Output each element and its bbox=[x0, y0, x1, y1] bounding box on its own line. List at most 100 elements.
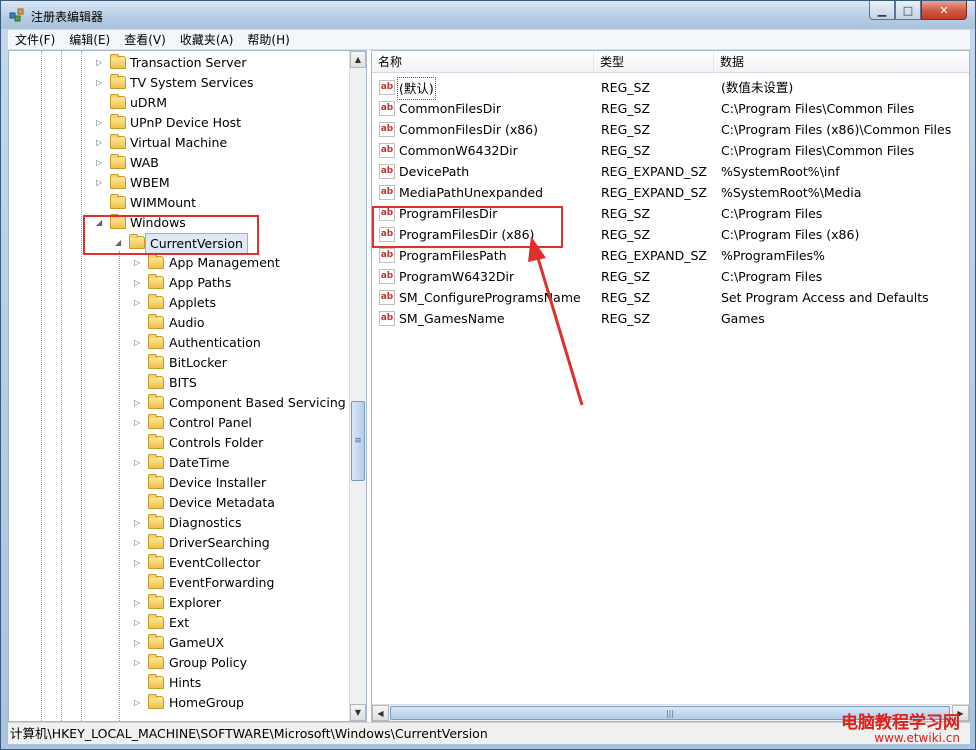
column-header-data[interactable]: 数据 bbox=[714, 51, 969, 73]
folder-icon bbox=[148, 534, 164, 549]
value-data: %ProgramFiles% bbox=[721, 248, 825, 263]
minimize-button[interactable]: ▁ bbox=[869, 1, 895, 20]
expand-arrow-icon[interactable]: ▷ bbox=[134, 293, 144, 313]
value-type: REG_SZ bbox=[601, 143, 651, 158]
registry-value-row[interactable]: ab SM_ConfigureProgramsName REG_SZ Set Prog… bbox=[372, 287, 969, 308]
tree-item-label: WIMMount bbox=[130, 195, 197, 210]
expand-arrow-icon[interactable]: ▷ bbox=[134, 533, 144, 553]
expand-arrow-icon[interactable]: ▷ bbox=[134, 633, 144, 653]
tree-item-label: Device Metadata bbox=[169, 495, 275, 510]
menu-file[interactable]: 文件(F) bbox=[8, 30, 62, 50]
folder-icon bbox=[148, 614, 164, 629]
tree-item-label: uDRM bbox=[130, 95, 168, 110]
folder-icon bbox=[110, 134, 126, 149]
scroll-down-arrow-icon[interactable]: ▼ bbox=[350, 704, 366, 721]
expand-arrow-icon[interactable]: ▷ bbox=[96, 113, 106, 133]
folder-icon bbox=[148, 514, 164, 529]
expand-arrow-icon[interactable]: ▷ bbox=[134, 253, 144, 273]
value-type: REG_SZ bbox=[601, 227, 651, 242]
scroll-left-arrow-icon[interactable]: ◀ bbox=[372, 705, 389, 721]
value-type: REG_EXPAND_SZ bbox=[601, 164, 707, 179]
tree-item-label: Component Based Servicing bbox=[169, 395, 346, 410]
tree-guide-line bbox=[61, 51, 62, 721]
scroll-up-arrow-icon[interactable]: ▲ bbox=[350, 51, 366, 68]
menu-favorites[interactable]: 收藏夹(A) bbox=[173, 30, 241, 50]
close-button[interactable]: ✕ bbox=[921, 1, 967, 20]
registry-value-row[interactable]: ab DevicePath REG_EXPAND_SZ %SystemRoot%\in… bbox=[372, 161, 969, 182]
folder-icon bbox=[110, 174, 126, 189]
tree-item-label: Controls Folder bbox=[169, 435, 264, 450]
expand-arrow-icon[interactable]: ▷ bbox=[134, 513, 144, 533]
string-value-icon: ab bbox=[379, 101, 395, 116]
expand-arrow-icon[interactable]: ▷ bbox=[134, 593, 144, 613]
expand-arrow-icon[interactable]: ▷ bbox=[134, 553, 144, 573]
registry-value-row[interactable]: ab CommonFilesDir REG_SZ C:\Program Files\C… bbox=[372, 98, 969, 119]
title-bar[interactable]: 注册表编辑器 ▁ □ ✕ bbox=[1, 1, 975, 29]
folder-icon bbox=[110, 94, 126, 109]
tree-item-label: Ext bbox=[169, 615, 190, 630]
expand-arrow-icon[interactable]: ▷ bbox=[96, 133, 106, 153]
string-value-icon: ab bbox=[379, 269, 395, 284]
folder-icon bbox=[110, 194, 126, 209]
tree-item-label: Device Installer bbox=[169, 475, 267, 490]
maximize-button[interactable]: □ bbox=[895, 1, 921, 20]
value-name: CommonFilesDir (x86) bbox=[399, 122, 538, 137]
value-data: C:\Program Files (x86) bbox=[721, 227, 860, 242]
expand-arrow-icon[interactable]: ▷ bbox=[134, 653, 144, 673]
menu-edit[interactable]: 编辑(E) bbox=[62, 30, 117, 50]
expand-arrow-icon[interactable]: ▷ bbox=[96, 153, 106, 173]
tree-item-label: EventForwarding bbox=[169, 575, 275, 590]
registry-value-row[interactable]: ab CommonW6432Dir REG_SZ C:\Program Files\C… bbox=[372, 140, 969, 161]
tree-item-label: Authentication bbox=[169, 335, 261, 350]
tree-item-label: App Paths bbox=[169, 275, 232, 290]
value-type: REG_SZ bbox=[601, 101, 651, 116]
value-data: Set Program Access and Defaults bbox=[721, 290, 929, 305]
column-header-name[interactable]: 名称 bbox=[372, 51, 594, 73]
expand-arrow-icon[interactable]: ▷ bbox=[96, 173, 106, 193]
registry-value-row[interactable]: ab ProgramW6432Dir REG_SZ C:\Program Files bbox=[372, 266, 969, 287]
registry-value-row[interactable]: ab SM_GamesName REG_SZ Games bbox=[372, 308, 969, 329]
menu-help[interactable]: 帮助(H) bbox=[240, 30, 296, 50]
expand-arrow-icon[interactable]: ▷ bbox=[96, 53, 106, 73]
menu-view[interactable]: 查看(V) bbox=[117, 30, 173, 50]
tree-item-label: WBEM bbox=[130, 175, 170, 190]
tree-vertical-scrollbar[interactable]: ▲ ≡ ▼ bbox=[349, 51, 366, 721]
tree-item-label: Hints bbox=[169, 675, 202, 690]
folder-icon bbox=[148, 354, 164, 369]
registry-tree[interactable]: ▷ Transaction Server ▷ TV System Services uD… bbox=[8, 50, 367, 722]
value-data: C:\Program Files bbox=[721, 206, 823, 221]
registry-editor-window: 注册表编辑器 ▁ □ ✕ 文件(F) 编辑(E) 查看(V) 收藏夹(A) 帮助… bbox=[0, 0, 976, 750]
tree-item-label: DriverSearching bbox=[169, 535, 270, 550]
value-type: REG_SZ bbox=[601, 290, 651, 305]
expand-arrow-icon[interactable]: ▷ bbox=[134, 453, 144, 473]
registry-value-row[interactable]: ab (默认) REG_SZ (数值未设置) bbox=[372, 77, 969, 100]
expand-arrow-icon[interactable]: ▷ bbox=[134, 613, 144, 633]
tree-guide-line bbox=[119, 251, 120, 721]
expand-arrow-icon[interactable]: ▷ bbox=[134, 413, 144, 433]
expand-arrow-icon[interactable]: ▷ bbox=[96, 73, 106, 93]
folder-icon bbox=[148, 594, 164, 609]
tree-item-label: Applets bbox=[169, 295, 216, 310]
window-title: 注册表编辑器 bbox=[31, 10, 104, 24]
registry-value-row[interactable]: ab ProgramFilesPath REG_EXPAND_SZ %ProgramF… bbox=[372, 245, 969, 266]
value-type: REG_SZ bbox=[601, 269, 651, 284]
folder-icon bbox=[110, 74, 126, 89]
column-header-type[interactable]: 类型 bbox=[594, 51, 714, 73]
list-header: 名称 类型 数据 bbox=[372, 51, 969, 73]
value-name: DevicePath bbox=[399, 164, 470, 179]
value-type: REG_SZ bbox=[601, 311, 651, 326]
status-bar: 计算机\HKEY_LOCAL_MACHINE\SOFTWARE\Microsof… bbox=[8, 714, 970, 744]
expand-arrow-icon[interactable]: ▷ bbox=[134, 333, 144, 353]
menu-bar: 文件(F) 编辑(E) 查看(V) 收藏夹(A) 帮助(H) bbox=[8, 30, 970, 50]
expand-arrow-icon[interactable]: ▷ bbox=[134, 393, 144, 413]
tree-item-label: UPnP Device Host bbox=[130, 115, 242, 130]
registry-value-row[interactable]: ab CommonFilesDir (x86) REG_SZ C:\Program F… bbox=[372, 119, 969, 140]
scroll-thumb[interactable]: ≡ bbox=[351, 401, 365, 481]
highlight-box-windows-currentversion bbox=[83, 215, 259, 255]
registry-value-row[interactable]: ab MediaPathUnexpanded REG_EXPAND_SZ %Syste… bbox=[372, 182, 969, 203]
expand-arrow-icon[interactable]: ▷ bbox=[134, 273, 144, 293]
expand-arrow-icon[interactable]: ▷ bbox=[134, 693, 144, 713]
value-name: CommonW6432Dir bbox=[399, 143, 518, 158]
registry-values-list[interactable]: 名称 类型 数据 ab (默认) REG_SZ (数值未设置) ab CommonFile… bbox=[371, 50, 970, 722]
watermark: 电脑教程学习网 www.etwiki.cn bbox=[841, 714, 960, 744]
